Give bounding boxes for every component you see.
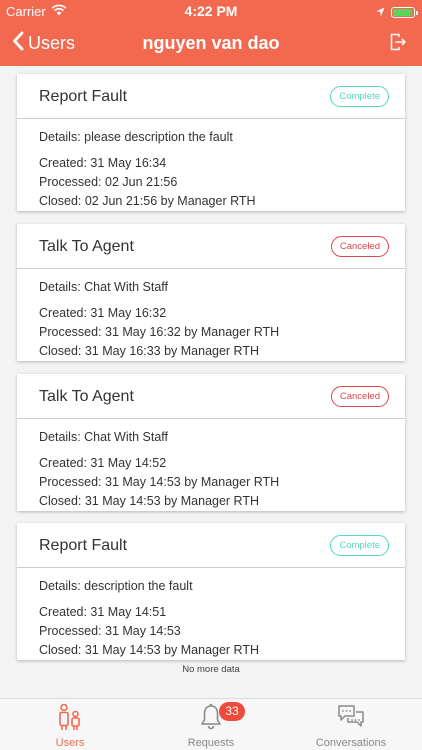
request-processed: Processed: 31 May 16:32 by Manager RTH bbox=[39, 325, 280, 339]
status-badge: Canceled bbox=[330, 236, 389, 257]
logout-icon bbox=[390, 33, 407, 55]
request-title: Report Fault bbox=[39, 537, 128, 554]
request-card[interactable]: Report Fault Complete Details: please de… bbox=[17, 74, 405, 211]
status-time: 4:22 PM bbox=[184, 3, 238, 19]
request-title: Talk To Agent bbox=[39, 388, 134, 405]
request-closed: Closed: 02 Jun 21:56 by Manager RTH bbox=[39, 194, 256, 208]
nav-bar: Users nguyen van dao bbox=[0, 22, 422, 66]
request-created: Created: 31 May 14:51 bbox=[39, 605, 167, 619]
request-closed: Closed: 31 May 14:53 by Manager RTH bbox=[39, 643, 260, 657]
request-card-body: Details: please description the fault Cr… bbox=[17, 119, 405, 211]
tab-conversations[interactable]: Conversations bbox=[281, 699, 421, 750]
request-card-body: Details: Chat With Staff Created: 31 May… bbox=[17, 419, 405, 511]
status-badge: Complete bbox=[330, 86, 389, 107]
request-card-body: Details: description the fault Created: … bbox=[17, 568, 405, 660]
request-details: Details: please description the fault bbox=[39, 130, 233, 144]
request-details: Details: description the fault bbox=[39, 579, 193, 593]
request-card-header: Talk To Agent Canceled bbox=[17, 374, 405, 419]
request-details: Details: Chat With Staff bbox=[39, 430, 168, 444]
request-card-header: Report Fault Complete bbox=[17, 523, 405, 568]
request-card-header: Talk To Agent Canceled bbox=[17, 224, 405, 269]
tab-bar: Users 33 Requests Conversations bbox=[0, 698, 422, 750]
request-closed: Closed: 31 May 14:53 by Manager RTH bbox=[39, 494, 260, 508]
tab-label: Conversations bbox=[315, 737, 387, 749]
request-card[interactable]: Talk To Agent Canceled Details: Chat Wit… bbox=[17, 224, 405, 361]
request-title: Talk To Agent bbox=[39, 238, 134, 255]
request-card[interactable]: Talk To Agent Canceled Details: Chat Wit… bbox=[17, 374, 405, 511]
tab-users[interactable]: Users bbox=[0, 699, 140, 750]
request-card-body: Details: Chat With Staff Created: 31 May… bbox=[17, 269, 405, 361]
page-title: nguyen van dao bbox=[142, 33, 280, 53]
request-processed: Processed: 31 May 14:53 bbox=[39, 624, 181, 638]
requests-count-badge: 33 bbox=[219, 702, 245, 721]
request-closed: Closed: 31 May 16:33 by Manager RTH bbox=[39, 344, 260, 358]
header: Carrier 4:22 PM Users nguyen van dao bbox=[0, 0, 422, 66]
chat-bubbles-icon bbox=[281, 703, 421, 731]
status-badge: Complete bbox=[330, 535, 389, 556]
bell-icon bbox=[141, 703, 281, 731]
battery-area bbox=[376, 5, 418, 20]
request-processed: Processed: 02 Jun 21:56 bbox=[39, 175, 178, 189]
request-created: Created: 31 May 16:32 bbox=[39, 306, 167, 320]
request-processed: Processed: 31 May 14:53 by Manager RTH bbox=[39, 475, 280, 489]
request-created: Created: 31 May 14:52 bbox=[39, 456, 167, 470]
list-end-label: No more data bbox=[182, 664, 240, 675]
battery-level bbox=[393, 9, 412, 16]
tab-label: Requests bbox=[187, 737, 235, 749]
request-card[interactable]: Report Fault Complete Details: descripti… bbox=[17, 523, 405, 660]
request-details: Details: Chat With Staff bbox=[39, 280, 168, 294]
logout-button[interactable] bbox=[390, 33, 407, 56]
location-arrow-icon bbox=[376, 5, 385, 20]
tab-requests[interactable]: 33 Requests bbox=[141, 699, 281, 750]
status-bar: Carrier 4:22 PM bbox=[0, 0, 422, 22]
request-card-header: Report Fault Complete bbox=[17, 74, 405, 119]
request-title: Report Fault bbox=[39, 88, 128, 105]
users-icon bbox=[0, 703, 140, 731]
tab-label: Users bbox=[55, 737, 85, 749]
request-list[interactable]: Report Fault Complete Details: please de… bbox=[0, 66, 422, 698]
request-created: Created: 31 May 16:34 bbox=[39, 156, 167, 170]
battery-icon bbox=[391, 7, 418, 18]
status-badge: Canceled bbox=[330, 386, 389, 407]
